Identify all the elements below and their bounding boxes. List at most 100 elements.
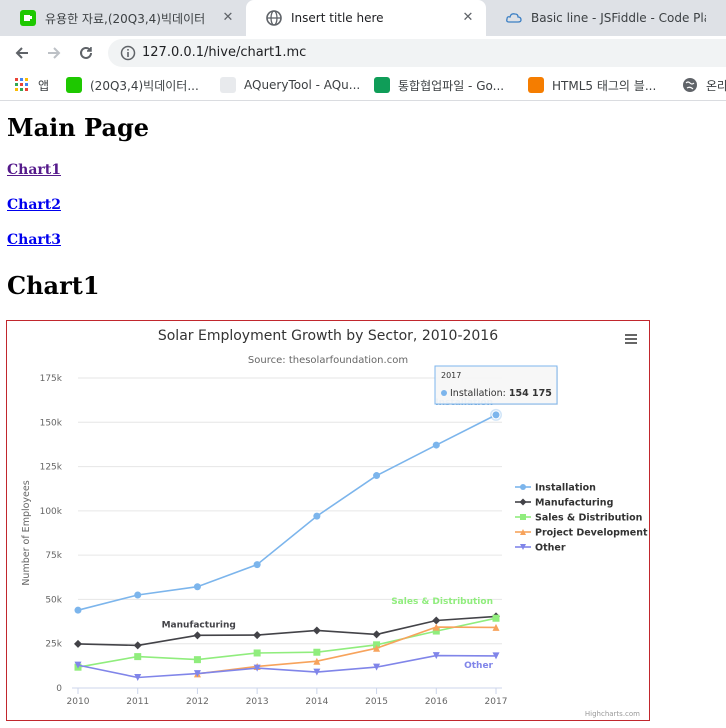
url-text: 127.0.0.1/hive/chart1.mc [142,45,307,60]
data-point [134,591,142,599]
series-label: Manufacturing [162,620,236,630]
close-tab-icon[interactable]: ✕ [460,10,476,26]
forward-button[interactable] [42,41,66,65]
section-title: Chart1 [7,271,100,300]
chart-title: Solar Employment Growth by Sector, 2010-… [158,328,498,344]
data-point [519,498,527,506]
y-tick-label: 150k [40,418,63,428]
data-point [133,641,142,650]
apps-grid-icon [14,77,30,93]
bookmark-aquerytool[interactable]: AQueryTool - AQu... [220,76,360,94]
legend-item-manufacturing[interactable]: Manufacturing [515,498,613,509]
link-chart2[interactable]: Chart2 [7,197,61,213]
data-point [134,653,142,661]
tab-useful-data[interactable]: 유용한 자료,(20Q3,4)빅데이터 ✕ [0,0,246,36]
data-point [520,484,526,490]
legend-item-other[interactable]: Other [515,543,566,554]
data-point [74,639,82,648]
y-tick-label: 25k [45,640,62,650]
close-tab-icon[interactable]: ✕ [220,10,236,26]
tooltip-header: 2017 [441,371,461,380]
back-button[interactable] [10,41,34,65]
info-icon[interactable] [120,45,136,61]
data-point [492,614,500,622]
address-bar[interactable]: 127.0.0.1/hive/chart1.mc [108,39,726,67]
data-point [193,656,201,664]
x-tick-label: 2015 [365,697,388,707]
hover-point [491,410,501,420]
data-point [313,648,321,656]
series-installation [74,411,500,614]
legend-label: Project Development [535,528,648,539]
bookmarks-bar: 앱 (20Q3,4)빅데이터... AQueryTool - AQu... 통합… [0,70,726,101]
tab-title: Insert title here [291,11,384,25]
chart-subtitle: Source: thesolarfoundation.com [248,355,408,366]
y-tick-label: 50k [45,595,62,605]
globe-icon [682,77,698,93]
tab-title: 유용한 자료,(20Q3,4)빅데이터 [45,11,206,26]
tooltip-value: 154 175 [509,388,552,399]
page-content: Main Page Chart1 Chart2 Chart3 Chart1 02… [0,101,726,728]
legend-label: Sales & Distribution [535,513,643,524]
tab-title: Basic line - JSFiddle - Code Playground [531,11,706,25]
y-tick-label: 100k [40,507,63,517]
data-point [253,561,261,569]
series-label: Sales & Distribution [391,597,493,607]
line-chart: 0 25k 50k 75k 100k 125k 150k 175k 2010 2011 2012 20… [21,328,648,718]
bookmark-label: AQueryTool - AQu... [244,78,361,92]
reload-button[interactable] [74,41,98,65]
bookmark-apps[interactable]: 앱 [14,76,49,94]
bookmark-html5[interactable]: HTML5 태그의 블... [528,76,656,94]
blogger-icon [528,77,544,93]
chart-container: 0 25k 50k 75k 100k 125k 150k 175k 2010 2011 2012 20… [6,320,650,721]
x-tick-label: 2013 [246,697,269,707]
data-point [312,626,321,635]
data-point [193,583,201,591]
data-point [432,441,440,449]
data-point [253,649,261,657]
x-tick-label: 2014 [305,697,328,707]
chart-menu-button[interactable] [624,333,638,345]
credits-link[interactable]: Highcharts.com [585,710,640,718]
bookmark-label: (20Q3,4)빅데이터... [90,78,199,93]
bookmark-label: 앱 [38,78,50,93]
x-tick-label: 2016 [425,697,448,707]
series-lines: InstallationManufacturingSales & Distrib… [74,398,500,681]
y-tick-label: 75k [45,551,62,561]
tooltip-marker [441,390,447,396]
bookmark-bigdata[interactable]: (20Q3,4)빅데이터... [66,76,199,94]
page-title: Main Page [7,113,150,142]
legend: Installation Manufacturing Sales & Distrib… [515,483,648,554]
tab-insert-title[interactable]: Insert title here ✕ [246,0,486,36]
legend-item-project-development[interactable]: Project Development [515,528,648,539]
tab-jsfiddle[interactable]: Basic line - JSFiddle - Code Playground [486,0,726,36]
y-tick-label: 0 [56,684,62,694]
y-axis-title: Number of Employees [21,480,32,585]
legend-item-installation[interactable]: Installation [515,483,596,494]
bookmark-online[interactable]: 온라 [682,76,726,94]
legend-label: Installation [535,483,596,494]
link-chart1[interactable]: Chart1 [7,162,61,178]
series-label: Other [464,661,493,671]
tooltip-series: Installation: 154 175 [450,388,552,399]
data-point [520,514,526,520]
x-tick-label: 2012 [186,697,209,707]
y-tick-label: 125k [40,463,63,473]
link-chart3[interactable]: Chart3 [7,232,61,248]
hamburger-icon [625,334,637,344]
arrow-left-icon [15,47,28,59]
x-tick-label: 2011 [126,697,149,707]
browser-toolbar: 127.0.0.1/hive/chart1.mc [0,36,726,70]
data-point [74,606,82,614]
data-point [253,631,262,640]
legend-item-sales-distribution[interactable]: Sales & Distribution [515,513,643,524]
cloud-icon [506,10,522,26]
bookmark-sheets[interactable]: 통합협업파일 - Go... [374,76,504,94]
x-tick-label: 2010 [67,697,90,707]
tooltip: 2017 Installation: 154 175 [434,365,558,421]
data-point [193,631,202,640]
data-point [313,512,321,520]
green-cup-icon [20,10,36,26]
series-line [197,626,497,675]
data-point [372,630,381,639]
